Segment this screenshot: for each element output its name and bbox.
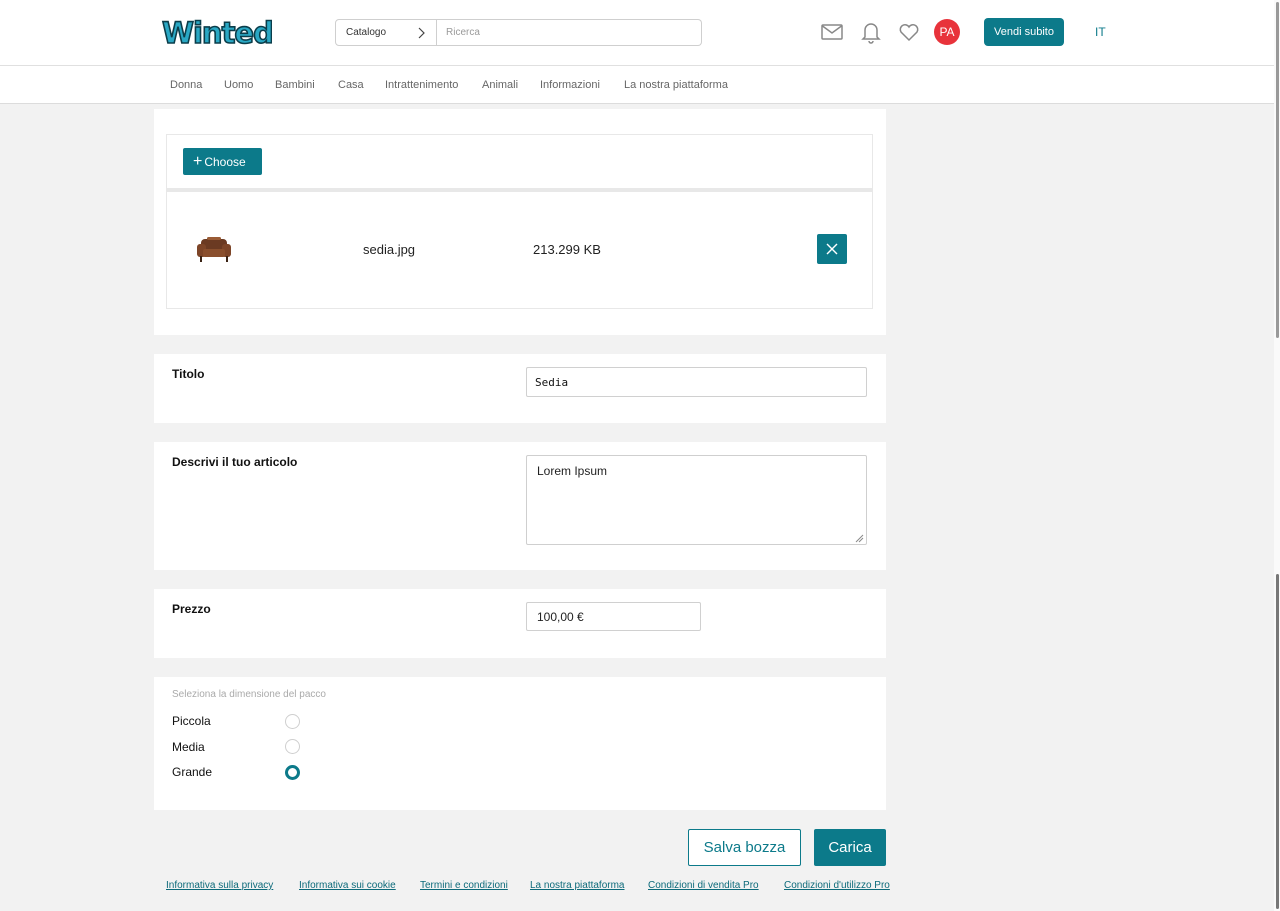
search-input[interactable] xyxy=(437,19,702,46)
upload-toolbar: + Choose xyxy=(167,135,872,192)
footer-link-terms[interactable]: Termini e condizioni xyxy=(420,880,508,891)
nav-item-donna[interactable]: Donna xyxy=(170,79,202,91)
heart-icon[interactable] xyxy=(897,20,921,44)
footer-link-platform[interactable]: La nostra piattaforma xyxy=(530,880,625,891)
catalog-label: Catalogo xyxy=(346,27,387,38)
radio-piccola[interactable] xyxy=(285,714,300,729)
logo-text: Winted xyxy=(162,16,272,50)
footer-link-privacy[interactable]: Informativa sulla privacy xyxy=(166,880,273,891)
scrollbar-track-upper xyxy=(1276,2,1279,338)
save-draft-button[interactable]: Salva bozza xyxy=(688,829,801,866)
nav-item-intrattenimento[interactable]: Intrattenimento xyxy=(385,79,458,91)
armchair-thumbnail xyxy=(197,237,231,262)
mail-icon[interactable] xyxy=(820,20,844,44)
title-label: Titolo xyxy=(172,367,205,381)
price-card: Prezzo xyxy=(154,589,886,658)
nav-item-casa[interactable]: Casa xyxy=(338,79,364,91)
user-avatar[interactable]: PA xyxy=(934,19,960,45)
footer-link-pro-use[interactable]: Condizioni d'utilizzo Pro xyxy=(784,880,890,891)
description-label: Descrivi il tuo articolo xyxy=(172,455,298,469)
file-size: 213.299 KB xyxy=(533,242,601,257)
close-icon xyxy=(826,243,838,255)
package-size-card: Seleziona la dimensione del pacco Piccol… xyxy=(154,677,886,810)
footer-link-cookie[interactable]: Informativa sui cookie xyxy=(299,880,396,891)
file-upload-area: + Choose sedia.jpg 213.299 KB xyxy=(166,134,873,309)
page-scrollbar[interactable] xyxy=(1274,0,1280,911)
price-input[interactable] xyxy=(526,602,701,631)
nav-item-informazioni[interactable]: Informazioni xyxy=(540,79,600,91)
scrollbar-thumb[interactable] xyxy=(1276,574,1279,909)
winted-logo[interactable]: Winted xyxy=(160,14,272,50)
package-option-label-piccola: Piccola xyxy=(172,714,211,728)
nav-item-uomo[interactable]: Uomo xyxy=(224,79,253,91)
radio-grande[interactable] xyxy=(285,765,300,780)
chevron-right-icon xyxy=(418,27,425,39)
upload-button[interactable]: Carica xyxy=(814,829,886,866)
choose-label: Choose xyxy=(204,154,246,169)
nav-item-bambini[interactable]: Bambini xyxy=(275,79,315,91)
title-input[interactable] xyxy=(526,367,867,397)
nav-item-piattaforma[interactable]: La nostra piattaforma xyxy=(624,79,728,91)
resize-grip-icon[interactable] xyxy=(854,533,864,543)
remove-file-button[interactable] xyxy=(817,234,847,264)
category-nav: Donna Uomo Bambini Casa Intrattenimento … xyxy=(0,66,1280,104)
photo-upload-card: + Choose sedia.jpg 213.299 KB xyxy=(154,109,886,335)
footer-link-pro-sale[interactable]: Condizioni di vendita Pro xyxy=(648,880,759,891)
file-name: sedia.jpg xyxy=(363,242,416,257)
radio-media[interactable] xyxy=(285,739,300,754)
sell-now-button[interactable]: Vendi subito xyxy=(984,18,1064,46)
catalog-dropdown[interactable]: Catalogo xyxy=(335,19,437,46)
plus-icon: + xyxy=(193,152,203,170)
top-header: Winted Catalogo PA Vendi subito IT xyxy=(0,0,1280,66)
package-option-label-media: Media xyxy=(172,740,205,754)
package-option-label-grande: Grande xyxy=(172,765,213,779)
bell-icon[interactable] xyxy=(859,20,883,44)
description-textarea[interactable]: Lorem Ipsum xyxy=(526,455,867,545)
package-size-legend: Seleziona la dimensione del pacco xyxy=(172,689,326,700)
nav-item-animali[interactable]: Animali xyxy=(482,79,518,91)
price-label: Prezzo xyxy=(172,602,211,616)
language-selector[interactable]: IT xyxy=(1095,25,1106,39)
description-card: Descrivi il tuo articolo Lorem Ipsum xyxy=(154,442,886,570)
choose-file-button[interactable]: + Choose xyxy=(183,148,262,175)
title-card: Titolo xyxy=(154,354,886,423)
